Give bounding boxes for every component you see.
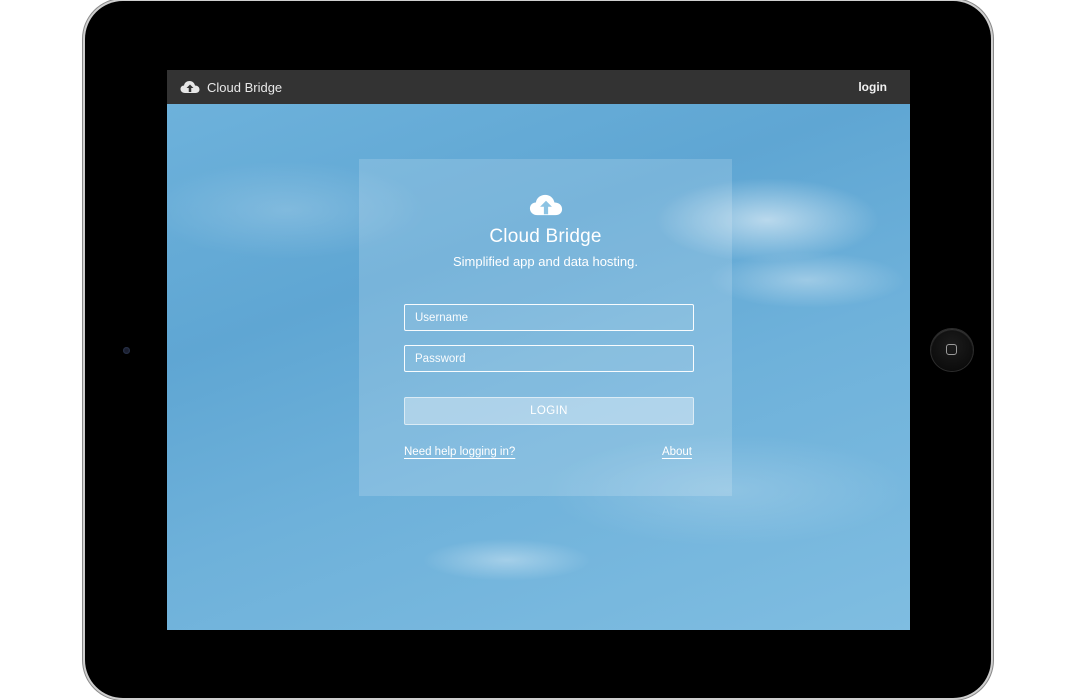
about-link[interactable]: About (662, 446, 692, 458)
home-square-icon (946, 344, 957, 355)
panel-subtitle: Simplified app and data hosting. (452, 254, 638, 269)
username-input[interactable] (404, 304, 694, 331)
top-login-link[interactable]: login (858, 70, 887, 104)
help-link[interactable]: Need help logging in? (404, 446, 515, 458)
home-button[interactable] (931, 329, 973, 371)
brand-title: Cloud Bridge (207, 79, 283, 95)
brand[interactable]: Cloud Bridge (180, 70, 282, 104)
front-camera (123, 347, 130, 354)
panel-title: Cloud Bridge (489, 226, 602, 247)
login-button[interactable]: LOGIN (404, 397, 694, 425)
cloud-upload-icon (529, 194, 563, 216)
cloud-upload-icon (180, 81, 200, 93)
login-panel: Cloud Bridge Simplified app and data hos… (359, 159, 732, 496)
top-navigation-bar: Cloud Bridge login (167, 70, 910, 104)
password-input[interactable] (404, 345, 694, 372)
app-screen: Cloud Bridge login Cloud Bridge Simplifi… (167, 70, 910, 630)
